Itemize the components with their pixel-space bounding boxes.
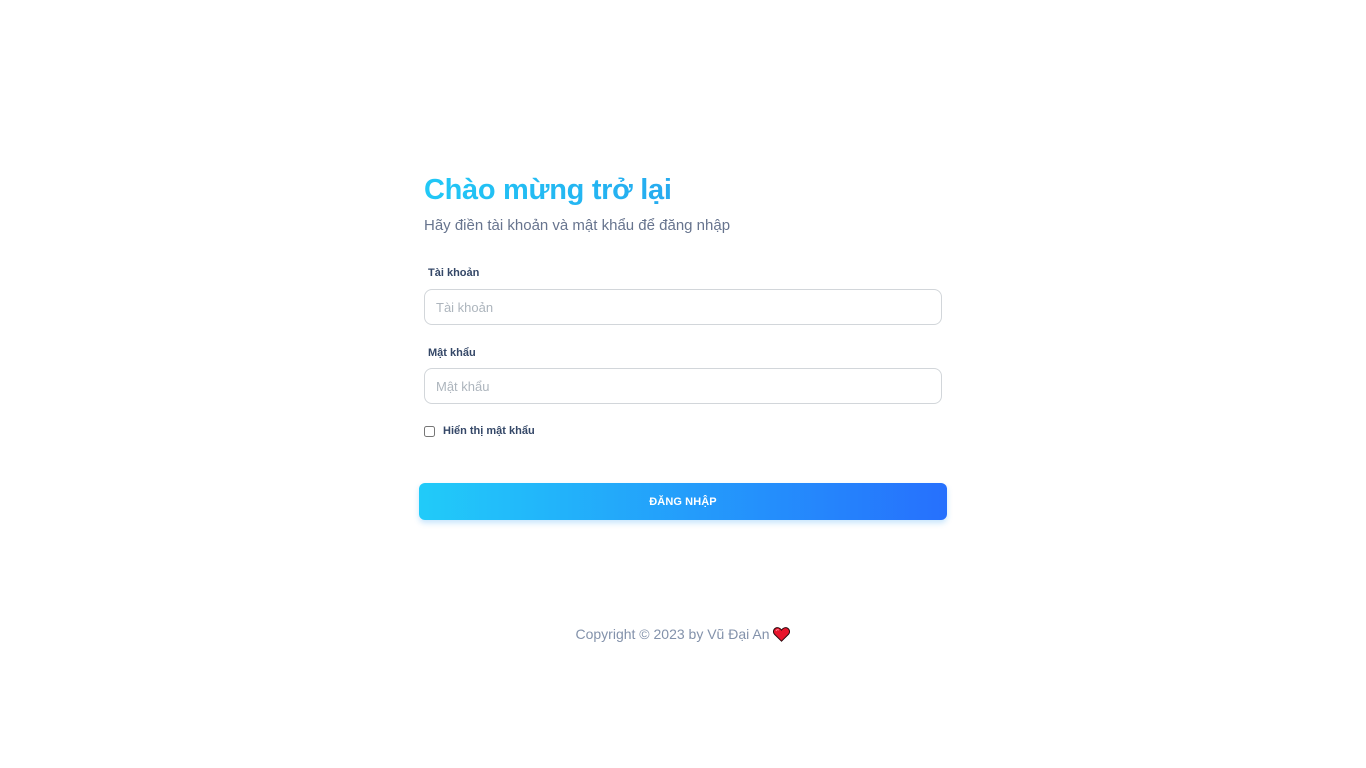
- password-label: Mật khẩu: [428, 347, 476, 359]
- login-button[interactable]: ĐĂNG NHẬP: [419, 483, 947, 520]
- username-label: Tài khoản: [428, 267, 480, 279]
- show-password-checkbox[interactable]: [424, 425, 435, 437]
- login-page: Chào mừng trở lại Hãy điền tài khoản và …: [0, 0, 1366, 768]
- footer: Copyright © 2023 by Vũ Đại An: [0, 624, 1366, 647]
- page-title: Chào mừng trở lại: [424, 170, 942, 210]
- copyright-text: Copyright © 2023 by Vũ Đại An: [575, 626, 770, 642]
- show-password-row: Hiển thị mật khẩu: [424, 424, 535, 438]
- password-input[interactable]: [424, 368, 942, 404]
- page-subtitle: Hãy điền tài khoản và mật khẩu để đăng n…: [424, 217, 731, 234]
- show-password-label[interactable]: Hiển thị mật khẩu: [443, 424, 535, 438]
- login-form: Chào mừng trở lại Hãy điền tài khoản và …: [419, 170, 947, 520]
- heart-icon: [773, 627, 791, 647]
- username-input[interactable]: [424, 289, 942, 325]
